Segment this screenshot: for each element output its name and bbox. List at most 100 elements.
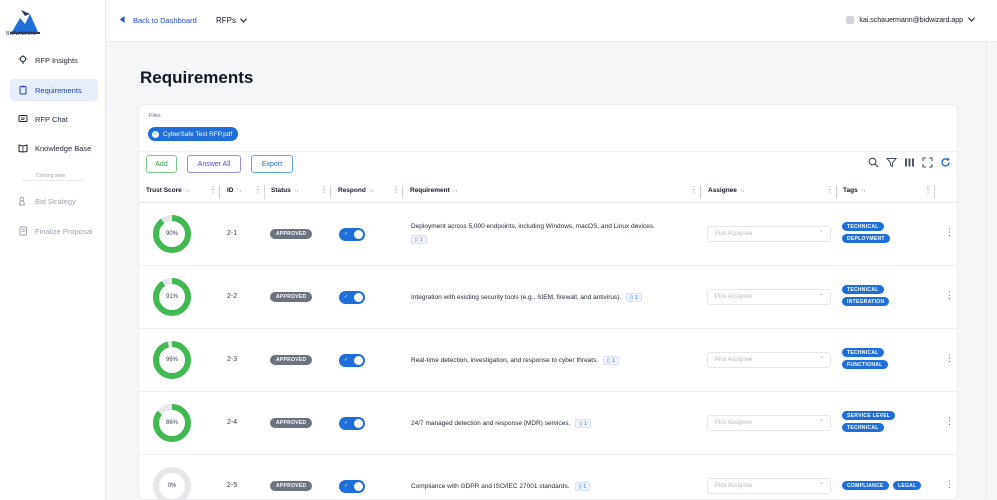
trust-score-value: 0% xyxy=(167,483,177,489)
sort-icon[interactable]: ↑↓ xyxy=(294,188,299,194)
respond-toggle[interactable]: ✓ xyxy=(339,417,365,430)
toggle-on-icon: ✓ xyxy=(344,231,349,237)
status-badge: APPROVED xyxy=(270,229,313,239)
rfps-dropdown[interactable]: RFPs xyxy=(216,16,247,25)
header-assignee[interactable]: Assignee ↑↓ xyxy=(708,187,745,194)
header-trust-score[interactable]: Trust Score ↑↓ xyxy=(146,187,190,194)
table-row[interactable]: 91% 2-2 APPROVED ✓ Integration with existing… xyxy=(139,266,959,329)
answer-all-button[interactable]: Answer All xyxy=(187,155,241,173)
sidebar-item-requirements[interactable]: Requirements xyxy=(10,79,98,101)
assignee-placeholder: Pick Assignee xyxy=(715,231,753,237)
assignee-select[interactable]: Pick Assignee ⌃ xyxy=(707,352,831,368)
sidebar-item-label: Requirements xyxy=(35,85,82,95)
fullscreen-icon[interactable] xyxy=(922,157,933,168)
chat-icon xyxy=(17,113,29,125)
assignee-select[interactable]: Pick Assignee ⌃ xyxy=(707,289,831,305)
column-menu-icon[interactable]: ⋮ xyxy=(826,186,834,194)
respond-toggle[interactable]: ✓ xyxy=(339,228,365,241)
table-row[interactable]: 86% 2-4 APPROVED ✓ 24/7 managed detection an… xyxy=(139,392,959,455)
respond-toggle[interactable]: ✓ xyxy=(339,291,365,304)
sort-icon[interactable]: ↑↓ xyxy=(740,188,745,194)
source-badge[interactable]: ▯ 1 xyxy=(411,235,427,244)
sidebar-item-rfp-chat[interactable]: RFP Chat xyxy=(10,108,98,130)
export-button[interactable]: Export xyxy=(251,155,293,173)
column-divider[interactable] xyxy=(402,185,403,199)
trust-score-value: 86% xyxy=(165,420,178,426)
column-menu-icon[interactable]: ⋮ xyxy=(209,186,217,194)
column-divider[interactable] xyxy=(700,185,701,199)
assignee-select[interactable]: Pick Assignee ⌃ xyxy=(707,478,831,494)
assignee-select[interactable]: Pick Assignee ⌃ xyxy=(707,415,831,431)
column-menu-icon[interactable]: ⋮ xyxy=(392,186,400,194)
source-badge[interactable]: ▯ 1 xyxy=(574,482,591,491)
select-chevron-icon: ⌃ xyxy=(818,483,824,489)
file-chip[interactable]: ✓ CyberSafe Test RFP.pdf xyxy=(148,127,239,141)
sidebar-item-label: RFP Chat xyxy=(35,114,68,124)
table-row[interactable]: 0% 2-5 APPROVED ✓ Compliance with GDPR and I… xyxy=(139,455,959,500)
header-respond[interactable]: Respond ↑↓ xyxy=(338,187,374,194)
column-divider[interactable] xyxy=(934,185,935,199)
sidebar-item-finalize-proposal: Finalize Proposal xyxy=(10,220,98,242)
sidebar-item-knowledge-base[interactable]: Knowledge Base xyxy=(10,137,98,159)
assignee-select[interactable]: Pick Assignee ⌃ xyxy=(707,226,831,242)
sidebar-item-rfp-insights[interactable]: RFP Insights xyxy=(10,49,98,71)
assignee-placeholder: Pick Assignee xyxy=(715,483,753,489)
requirement-label: Integration with existing security tools… xyxy=(411,294,622,301)
sort-icon[interactable]: ↑↓ xyxy=(185,188,190,194)
tag-badge: TECHNICAL xyxy=(842,285,884,294)
columns-icon[interactable] xyxy=(904,157,915,168)
column-menu-icon[interactable]: ⋮ xyxy=(690,186,698,194)
row-menu-icon[interactable]: ⋮ xyxy=(945,353,954,364)
header-tags[interactable]: Tags ↑↓ xyxy=(843,187,866,194)
header-label: Trust Score xyxy=(146,187,182,194)
sidebar-item-label: RFP Insights xyxy=(35,55,78,65)
sort-icon[interactable]: ↑↓ xyxy=(237,188,242,194)
respond-toggle[interactable]: ✓ xyxy=(339,354,365,367)
header-label: Status xyxy=(271,187,291,194)
bulb-icon xyxy=(17,54,29,66)
toggle-on-icon: ✓ xyxy=(344,483,349,489)
document-icon xyxy=(17,225,29,237)
column-menu-icon[interactable]: ⋮ xyxy=(924,186,932,194)
column-menu-icon[interactable]: ⋮ xyxy=(254,186,262,194)
source-badge[interactable]: ▯ 1 xyxy=(603,356,619,365)
scrollbar[interactable] xyxy=(984,40,988,500)
user-email: kai.schauermann@bidwizard.app xyxy=(859,16,963,24)
column-divider[interactable] xyxy=(264,185,265,199)
table-row[interactable]: 90% 2-1 APPROVED ✓ Deployment across 5,000 e… xyxy=(139,203,959,266)
row-menu-icon[interactable]: ⋮ xyxy=(945,416,954,427)
bookmark-icon: ▯ xyxy=(579,420,583,427)
sort-icon[interactable]: ↑↓ xyxy=(861,188,866,194)
header-label: Requirement xyxy=(410,187,450,194)
table-row[interactable]: 96% 2-3 APPROVED ✓ Real-time detection, inve… xyxy=(139,329,959,392)
filter-icon[interactable] xyxy=(886,157,897,168)
header-requirement[interactable]: Requirement ↑↓ xyxy=(410,187,458,194)
sidebar-item-bid-strategy: Bid Strategy xyxy=(10,190,98,212)
source-badge[interactable]: ▯ 1 xyxy=(626,293,642,302)
header-id[interactable]: ID ↑↓ xyxy=(227,187,242,194)
column-menu-icon[interactable]: ⋮ xyxy=(320,186,328,194)
column-divider[interactable] xyxy=(330,185,331,199)
bookmark-icon: ▯ xyxy=(578,483,582,490)
add-button[interactable]: Add xyxy=(146,155,177,173)
column-divider[interactable] xyxy=(836,185,837,199)
source-badge[interactable]: ▯ 1 xyxy=(575,419,591,428)
header-status[interactable]: Status ↑↓ xyxy=(271,187,299,194)
user-menu[interactable]: kai.schauermann@bidwizard.app xyxy=(846,16,975,24)
row-menu-icon[interactable]: ⋮ xyxy=(945,479,954,490)
refresh-icon[interactable] xyxy=(940,157,951,168)
column-divider[interactable] xyxy=(219,185,220,199)
bookmark-icon: ▯ xyxy=(607,357,610,364)
sort-icon[interactable]: ↑↓ xyxy=(369,188,374,194)
row-menu-icon[interactable]: ⋮ xyxy=(945,290,954,301)
search-icon[interactable] xyxy=(868,157,879,168)
respond-toggle[interactable]: ✓ xyxy=(339,480,365,493)
source-count: 1 xyxy=(611,357,615,364)
table-header: Trust Score ↑↓ ⋮ ID ↑↓ ⋮ Status ↑↓ ⋮ Res… xyxy=(139,181,959,203)
back-to-dashboard-link[interactable]: Back to Dashboard xyxy=(120,16,197,25)
row-menu-icon[interactable]: ⋮ xyxy=(945,227,954,238)
sort-icon[interactable]: ↑↓ xyxy=(453,188,458,194)
trust-score-value: 96% xyxy=(165,357,178,363)
chevron-left-icon xyxy=(120,16,125,25)
source-count: 1 xyxy=(419,236,423,243)
